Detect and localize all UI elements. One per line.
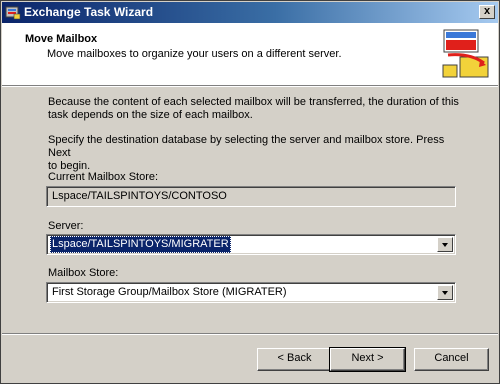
mailbox-store-dropdown-button[interactable]	[437, 285, 453, 300]
wizard-window: Exchange Task Wizard x Move Mailbox Move…	[0, 0, 500, 384]
back-button[interactable]: < Back	[257, 348, 332, 371]
footer-divider-highlight	[2, 334, 498, 335]
description-line: Because the content of each selected mai…	[48, 96, 459, 108]
chevron-down-icon	[442, 291, 448, 295]
current-store-value: Lspace/TAILSPINTOYS/CONTOSO	[52, 190, 227, 202]
wizard-header: Move Mailbox Move mailboxes to organize …	[2, 23, 498, 85]
page-title: Move Mailbox	[25, 33, 98, 45]
current-store-field: Lspace/TAILSPINTOYS/CONTOSO	[46, 186, 456, 207]
move-mailbox-icon	[442, 29, 489, 78]
title-bar[interactable]: Exchange Task Wizard x	[2, 2, 498, 23]
mailbox-store-select[interactable]: First Storage Group/Mailbox Store (MIGRA…	[46, 282, 456, 303]
close-icon: x	[483, 5, 491, 17]
description-line: Specify the destination database by sele…	[48, 134, 445, 159]
chevron-down-icon	[442, 243, 448, 247]
exchange-app-icon	[5, 6, 21, 20]
server-dropdown-button[interactable]	[437, 237, 453, 252]
server-label: Server:	[48, 220, 84, 232]
mailbox-store-label: Mailbox Store:	[48, 267, 119, 279]
page-subtitle: Move mailboxes to organize your users on…	[47, 48, 342, 60]
close-button[interactable]: x	[479, 5, 495, 19]
mailbox-store-value: First Storage Group/Mailbox Store (MIGRA…	[52, 286, 287, 298]
window-title: Exchange Task Wizard	[24, 5, 154, 19]
cancel-button[interactable]: Cancel	[414, 348, 489, 371]
description-paragraph-1: Because the content of each selected mai…	[48, 96, 468, 122]
header-divider-highlight	[2, 86, 498, 87]
current-store-label: Current Mailbox Store:	[48, 171, 159, 183]
server-value: Lspace/TAILSPINTOYS/MIGRATER	[50, 236, 231, 253]
server-select[interactable]: Lspace/TAILSPINTOYS/MIGRATER	[46, 234, 456, 255]
description-paragraph-2: Specify the destination database by sele…	[48, 134, 468, 173]
next-button[interactable]: Next >	[329, 347, 406, 372]
description-line: task depends on the size of each mailbox…	[48, 109, 253, 121]
